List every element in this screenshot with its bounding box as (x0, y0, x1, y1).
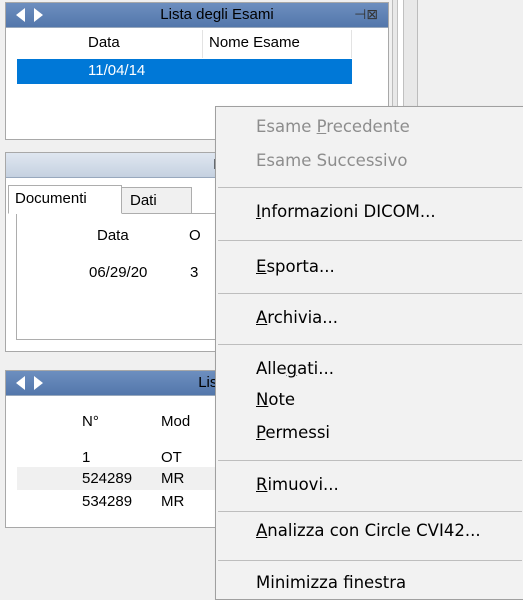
menu-item-mnemonic: P (316, 117, 327, 136)
column-header-o[interactable]: O (189, 227, 201, 244)
menu-item-label: sporta... (266, 257, 335, 276)
column-header-mod[interactable]: Mod (161, 413, 190, 430)
menu-item-minimizza-finestra[interactable]: Minimizza finestra (256, 573, 406, 592)
tab-documenti-label: Documenti (15, 190, 87, 207)
menu-item-label: rchivia... (267, 308, 339, 327)
menu-item-esame-successivo[interactable]: Esame Successivo (256, 151, 407, 170)
menu-item-label: ote (268, 390, 296, 409)
column-header-data[interactable]: Data (97, 227, 129, 244)
menu-separator (218, 460, 522, 461)
column-header-nome-esame[interactable]: Nome Esame (209, 34, 300, 51)
menu-item-note[interactable]: Note (256, 390, 295, 409)
series-list-nav[interactable] (14, 374, 50, 392)
row-date[interactable]: 06/29/20 (89, 264, 147, 281)
menu-item-label: Minimizza finestra (256, 573, 407, 592)
column-header-n[interactable]: N° (82, 413, 99, 430)
menu-item-label: imuovi... (267, 475, 339, 494)
menu-item-label: Alle (256, 359, 287, 378)
menu-item-label: Esame (256, 117, 317, 136)
menu-separator (218, 293, 522, 294)
menu-item-label: Esame Successivo (256, 151, 408, 170)
row-col2[interactable]: 3 (190, 264, 198, 281)
row-n[interactable]: 524289 (82, 470, 132, 487)
column-header-data[interactable]: Data (88, 34, 120, 51)
row-mod[interactable]: MR (161, 493, 184, 510)
tab-dati-label: Dati (130, 192, 157, 209)
menu-item-mnemonic: A (256, 308, 268, 327)
exam-list-title: Lista degli Esami (160, 6, 274, 23)
menu-item-mnemonic: N (256, 390, 269, 409)
row-n[interactable]: 1 (82, 449, 90, 466)
menu-item-esporta[interactable]: Esporta... (256, 257, 335, 276)
menu-item-mnemonic: E (256, 257, 267, 276)
menu-item-mnemonic: A (256, 521, 268, 540)
menu-item-label: nalizza con Circle CVI42... (267, 521, 481, 540)
menu-item-label: recedente (326, 117, 410, 136)
menu-separator (218, 187, 522, 188)
tab-dati[interactable]: Dati (120, 187, 192, 214)
tab-documenti[interactable]: Documenti (8, 185, 122, 214)
menu-item-allegati[interactable]: Allegati... (256, 359, 334, 378)
row-n[interactable]: 534289 (82, 493, 132, 510)
menu-separator (218, 560, 522, 561)
menu-item-analizza-cvi42[interactable]: Analizza con Circle CVI42... (256, 521, 481, 540)
menu-item-informazioni-dicom[interactable]: Informazioni DICOM... (256, 202, 436, 221)
menu-item-archivia[interactable]: Archivia... (256, 308, 338, 327)
context-menu: Esame Precedente Esame Successivo Inform… (215, 106, 523, 600)
menu-item-label: nformazioni DICOM... (260, 202, 436, 221)
arrow-right-icon[interactable] (34, 376, 43, 390)
menu-separator (218, 344, 522, 345)
exam-list-titlebar: Lista degli Esami ⊣⊠ (6, 3, 388, 28)
menu-separator (218, 240, 522, 241)
pin-icon[interactable]: ⊣⊠ (354, 6, 378, 23)
arrow-left-icon[interactable] (16, 8, 25, 22)
menu-separator (218, 511, 522, 512)
exam-list-nav[interactable] (14, 6, 50, 24)
menu-item-mnemonic: g (286, 359, 298, 378)
arrow-right-icon[interactable] (34, 8, 43, 22)
arrow-left-icon[interactable] (16, 376, 25, 390)
row-mod[interactable]: OT (161, 449, 182, 466)
menu-item-mnemonic: R (256, 475, 268, 494)
menu-item-mnemonic: P (256, 423, 266, 442)
menu-item-rimuovi[interactable]: Rimuovi... (256, 475, 339, 494)
menu-item-permessi[interactable]: Permessi (256, 423, 330, 442)
menu-item-label: ermessi (265, 423, 331, 442)
row-mod[interactable]: MR (161, 470, 184, 487)
row-date: 11/04/14 (88, 62, 146, 79)
menu-item-label: ati... (297, 359, 334, 378)
table-row[interactable]: 11/04/14 (17, 59, 352, 84)
menu-item-esame-precedente[interactable]: Esame Precedente (256, 117, 410, 136)
